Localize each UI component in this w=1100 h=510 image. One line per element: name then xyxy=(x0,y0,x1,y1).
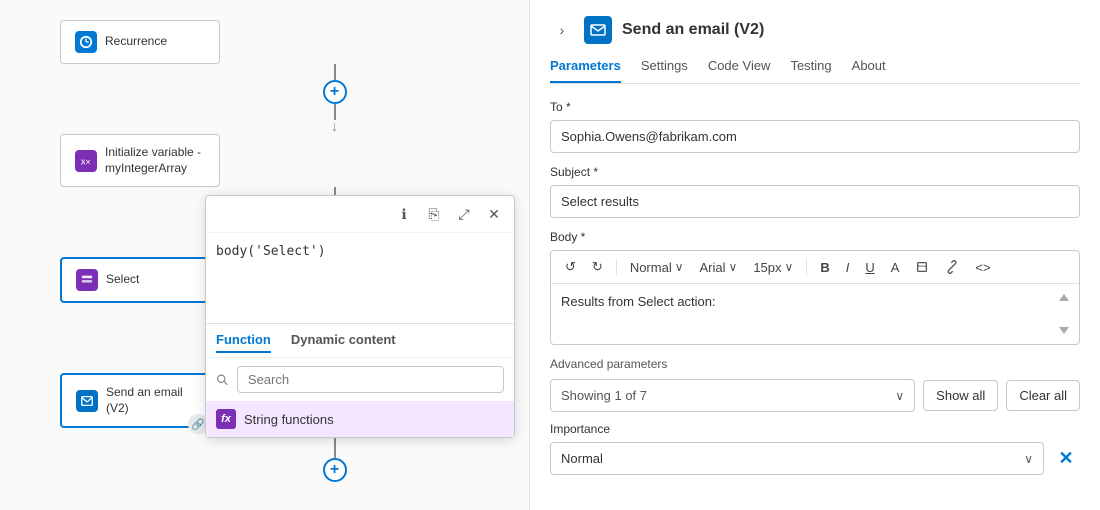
body-text: Results from Select action: xyxy=(561,294,1059,334)
expression-popup: ℹ ⎘ ⤢ ✕ body('Select') Function Dynamic … xyxy=(205,195,515,438)
popup-search-area xyxy=(206,357,514,401)
highlight-button[interactable] xyxy=(909,258,935,276)
body-content[interactable]: Results from Select action: xyxy=(551,284,1079,344)
font-chevron: ∨ xyxy=(729,260,738,274)
font-color-button[interactable]: A xyxy=(885,258,906,277)
tab-about[interactable]: About xyxy=(852,58,886,83)
subject-input[interactable] xyxy=(550,185,1080,218)
scrollbar-down[interactable] xyxy=(1059,327,1069,334)
underline-button[interactable]: U xyxy=(859,258,880,277)
add-after-recurrence[interactable]: + xyxy=(323,80,347,104)
advanced-parameters-label: Advanced parameters xyxy=(550,357,1080,371)
importance-value: Normal xyxy=(561,451,603,466)
clear-all-button[interactable]: Clear all xyxy=(1006,380,1080,411)
select-label: Select xyxy=(106,272,139,288)
size-chevron: ∨ xyxy=(785,260,794,274)
search-icon xyxy=(216,373,229,387)
undo-button[interactable]: ↺ xyxy=(559,257,582,277)
send-email-label: Send an email (V2) xyxy=(106,385,204,416)
format-chevron: ∨ xyxy=(675,260,684,274)
body-toolbar: ↺ ↻ Normal ∨ Arial ∨ 15px ∨ B I U A xyxy=(551,251,1079,284)
email-header-icon xyxy=(584,16,612,44)
tab-parameters[interactable]: Parameters xyxy=(550,58,621,83)
right-tabs: Parameters Settings Code View Testing Ab… xyxy=(550,58,1080,84)
popup-tabs: Function Dynamic content xyxy=(206,323,514,357)
code-button[interactable]: <> xyxy=(969,258,996,277)
recurrence-icon xyxy=(75,31,97,53)
tab-testing[interactable]: Testing xyxy=(790,58,831,83)
to-input[interactable] xyxy=(550,120,1080,153)
importance-close-button[interactable]: ✕ xyxy=(1052,445,1080,473)
right-header: › Send an email (V2) xyxy=(550,16,1080,44)
expand-icon[interactable]: ⤢ xyxy=(452,202,476,226)
show-all-button[interactable]: Show all xyxy=(923,380,998,411)
outlook-icon xyxy=(76,390,98,412)
right-header-title: Send an email (V2) xyxy=(622,21,764,39)
popup-toolbar: ℹ ⎘ ⤢ ✕ xyxy=(206,196,514,233)
subject-label: Subject * xyxy=(550,165,1080,179)
collapse-button[interactable]: › xyxy=(550,18,574,42)
select-icon xyxy=(76,269,98,291)
info-icon[interactable]: ℹ xyxy=(392,202,416,226)
close-popup-icon[interactable]: ✕ xyxy=(482,202,506,226)
highlight-icon xyxy=(915,260,929,274)
font-dropdown[interactable]: Arial ∨ xyxy=(694,258,744,277)
tab-code-view[interactable]: Code View xyxy=(708,58,771,83)
body-label: Body * xyxy=(550,230,1080,244)
italic-button[interactable]: I xyxy=(840,258,856,277)
recurrence-label: Recurrence xyxy=(105,34,167,50)
showing-dropdown[interactable]: Showing 1 of 7 ∨ xyxy=(550,379,915,412)
importance-dropdown[interactable]: Normal ∨ xyxy=(550,442,1044,475)
advanced-parameters-row: Showing 1 of 7 ∨ Show all Clear all xyxy=(550,379,1080,412)
importance-row: Normal ∨ ✕ xyxy=(550,442,1080,475)
link-icon xyxy=(945,260,959,274)
expression-text: body('Select') xyxy=(216,244,326,259)
string-functions-icon: fx xyxy=(216,409,236,429)
expression-search-input[interactable] xyxy=(237,366,504,393)
body-scrollbar[interactable] xyxy=(1059,294,1069,334)
string-functions-item[interactable]: fx String functions xyxy=(206,401,514,437)
bold-button[interactable]: B xyxy=(814,258,835,277)
link-button[interactable] xyxy=(939,258,965,276)
to-label: To * xyxy=(550,100,1080,114)
connector-1: + ↓ xyxy=(140,64,529,134)
size-dropdown[interactable]: 15px ∨ xyxy=(747,258,799,277)
right-panel: › Send an email (V2) Parameters Settings… xyxy=(530,0,1100,510)
initialize-variable-label: Initialize variable - myIntegerArray xyxy=(105,145,205,176)
showing-text: Showing 1 of 7 xyxy=(561,388,647,403)
tab-dynamic-content[interactable]: Dynamic content xyxy=(291,332,396,353)
tab-settings[interactable]: Settings xyxy=(641,58,688,83)
add-final[interactable]: + xyxy=(323,458,347,482)
select-node[interactable]: Select xyxy=(60,257,220,303)
initialize-variable-node[interactable]: x ✕ Initialize variable - myIntegerArray xyxy=(60,134,220,187)
expression-area: body('Select') xyxy=(206,233,514,323)
body-editor: ↺ ↻ Normal ∨ Arial ∨ 15px ∨ B I U A xyxy=(550,250,1080,345)
svg-text:✕: ✕ xyxy=(85,159,91,166)
importance-label: Importance xyxy=(550,422,1080,436)
recurrence-node[interactable]: Recurrence xyxy=(60,20,220,64)
scrollbar-up[interactable] xyxy=(1059,294,1069,301)
initialize-variable-icon: x ✕ xyxy=(75,150,97,172)
string-functions-label: String functions xyxy=(244,412,334,427)
send-email-node[interactable]: Send an email (V2) 🔗 xyxy=(60,373,220,428)
tab-function[interactable]: Function xyxy=(216,332,271,353)
format-dropdown[interactable]: Normal ∨ xyxy=(624,258,690,277)
importance-chevron: ∨ xyxy=(1024,452,1033,466)
copy-icon[interactable]: ⎘ xyxy=(422,202,446,226)
redo-button[interactable]: ↻ xyxy=(586,257,609,277)
workflow-canvas: Recurrence + ↓ x ✕ Initialize variable -… xyxy=(0,0,530,510)
showing-chevron: ∨ xyxy=(895,389,904,403)
